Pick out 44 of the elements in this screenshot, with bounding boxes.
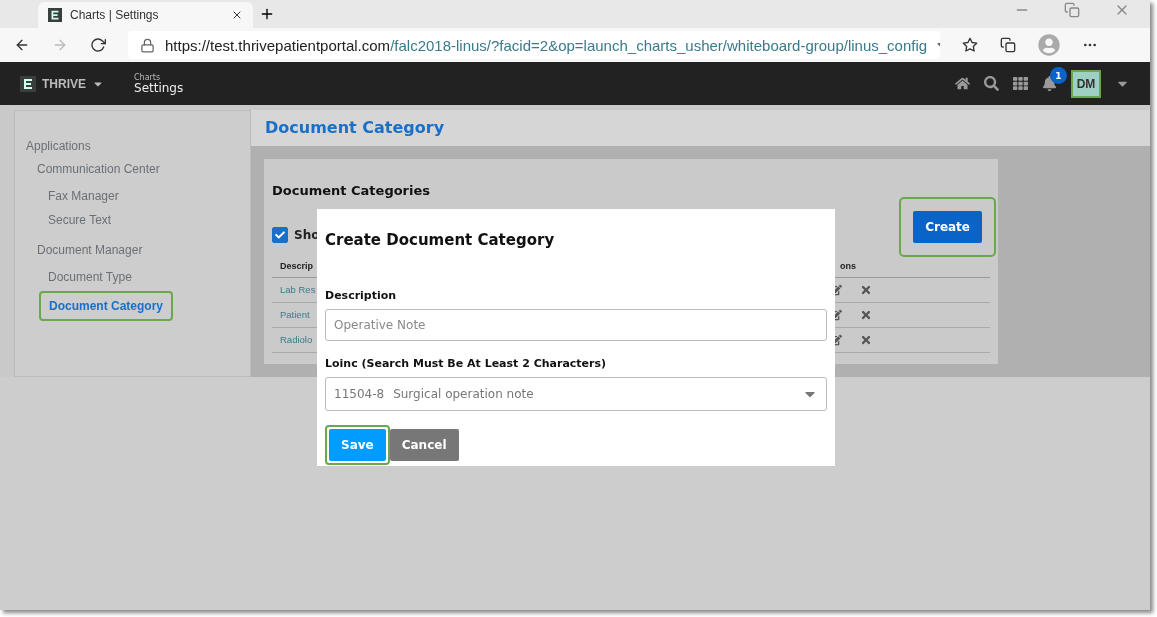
cancel-button[interactable]: Cancel (389, 429, 459, 461)
sidebar-item[interactable]: Document Manager (37, 239, 143, 260)
checkbox[interactable] (272, 226, 288, 243)
lock-icon (140, 37, 155, 53)
create-button[interactable]: Create (913, 210, 982, 243)
delete-icon[interactable] (860, 283, 872, 296)
page-title: Document Category (251, 109, 1150, 146)
description-field[interactable]: Operative Note (325, 309, 827, 341)
home-icon[interactable] (955, 76, 970, 92)
favorites-icon[interactable] (962, 37, 978, 54)
page-label: Settings (134, 81, 184, 94)
logo-icon (20, 75, 36, 92)
collections-icon[interactable] (1000, 37, 1016, 54)
reload-icon[interactable] (90, 37, 106, 54)
table-cell: Patient (280, 309, 310, 321)
loinc-dropdown[interactable]: 11504-8 Surgical operation note (325, 377, 827, 411)
column-header: ons (840, 260, 856, 271)
field-label: Loinc (Search Must Be At Least 2 Characters) (325, 357, 608, 370)
browser-tab[interactable]: Charts | Settings (38, 1, 253, 28)
sidebar-item[interactable]: Fax Manager (48, 185, 119, 206)
sidebar-item[interactable]: Document Type (48, 266, 132, 287)
save-button[interactable]: Save (329, 429, 386, 461)
sidebar-item[interactable]: Applications (26, 135, 91, 156)
column-header: Descrip (280, 260, 314, 271)
field-label: Description (325, 289, 398, 302)
restore-icon[interactable] (1064, 1, 1080, 18)
delete-icon[interactable] (860, 333, 872, 346)
apps-grid-icon[interactable] (1013, 76, 1028, 92)
table-cell: Lab Res (280, 284, 316, 296)
dialog-title: Create Document Category (325, 231, 556, 249)
sidebar-item[interactable]: Secure Text (48, 209, 112, 230)
card-title: Document Categories (272, 182, 431, 198)
brand-name[interactable]: THRIVE (42, 76, 86, 91)
sidebar-item[interactable]: Document Category (39, 290, 174, 321)
search-icon[interactable] (984, 76, 999, 92)
notification-badge: 1 (1050, 67, 1067, 85)
delete-icon[interactable] (860, 308, 872, 321)
sidebar-item[interactable]: Communication Center (37, 158, 160, 179)
logo-icon (48, 7, 62, 22)
check-icon (275, 229, 285, 240)
address-bar[interactable]: https://test.thrivepatientportal.com/falc2018-linus/?facid=2&op=launch_charts_usher/whiteboard-group/linus_config (128, 31, 940, 60)
section-label: Charts (134, 73, 162, 82)
user-avatar[interactable]: DM (1071, 69, 1101, 98)
table-cell: Radiolo (280, 334, 313, 346)
